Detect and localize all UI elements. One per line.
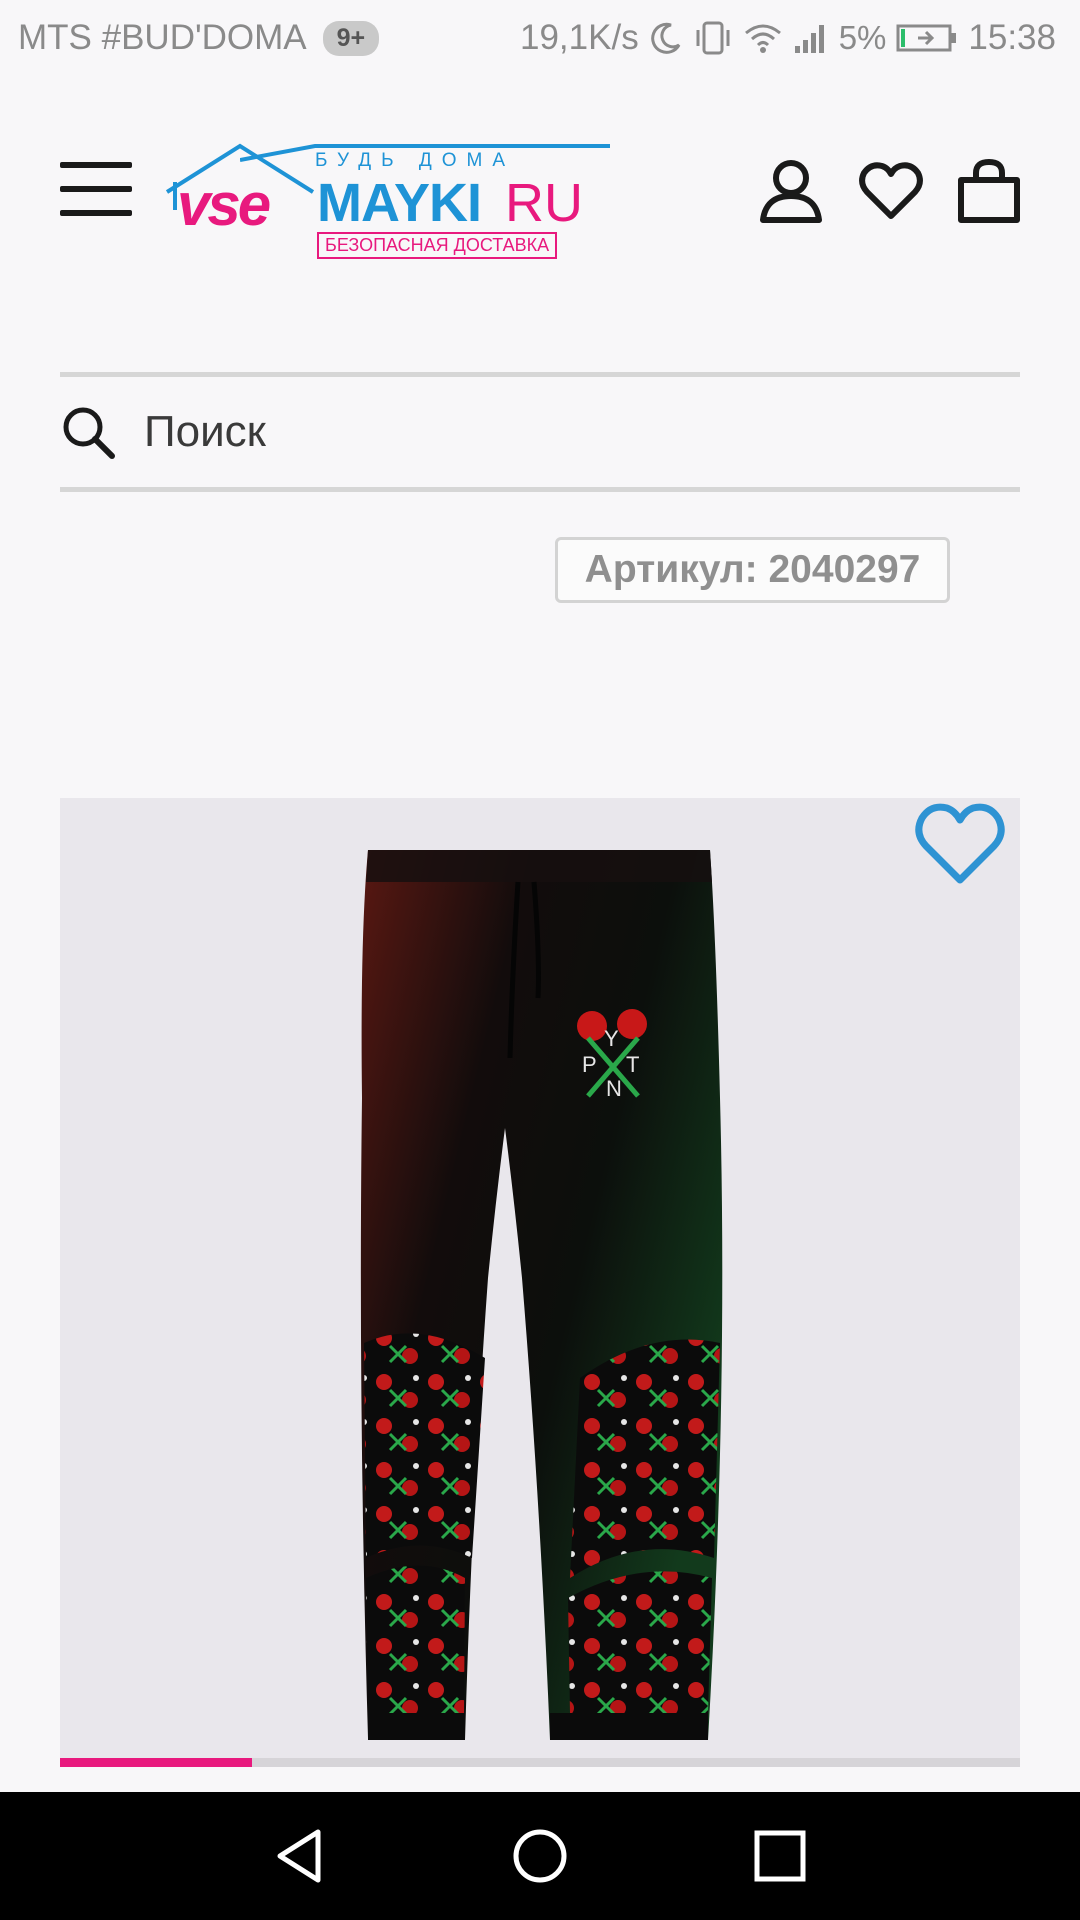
signal-icon: [793, 22, 829, 54]
back-button[interactable]: [270, 1826, 330, 1886]
app-root: MTS #BUD'DOMA 9+ 19,1K/s 5% 15:38 БУДЬ Д…: [0, 0, 1080, 1920]
logo-ru: RU: [505, 173, 583, 233]
carrier-label: MTS #BUD'DOMA: [18, 18, 307, 57]
menu-button[interactable]: [60, 162, 132, 220]
site-header: БУДЬ ДОМА vse MAYKI RU БЕЗОПАСНАЯ ДОСТАВ…: [0, 130, 1080, 260]
search-icon: [63, 407, 115, 459]
notification-badge: 9+: [322, 20, 380, 56]
logo-tagline: БУДЬ ДОМА: [315, 150, 516, 171]
sku-label: Артикул: 2040297: [555, 537, 950, 603]
moon-icon: [649, 21, 683, 55]
search-input[interactable]: [144, 407, 964, 457]
wifi-icon: [743, 21, 783, 55]
status-right: 19,1K/s 5% 15:38: [520, 18, 1056, 58]
user-icon: [760, 160, 822, 223]
site-logo[interactable]: БУДЬ ДОМА vse MAYKI RU БЕЗОПАСНАЯ ДОСТАВ…: [165, 140, 610, 259]
home-circle-icon: [513, 1829, 567, 1883]
system-nav-bar: [0, 1792, 1080, 1920]
recents-button[interactable]: [750, 1826, 810, 1886]
gallery-progress-fill: [60, 1758, 252, 1767]
favorites-button[interactable]: [858, 158, 924, 224]
vibrate-icon: [693, 20, 733, 56]
heart-icon: [859, 162, 923, 219]
add-to-favorites-button[interactable]: [912, 798, 1008, 888]
svg-text:Y: Y: [604, 1026, 619, 1051]
recents-square-icon: [754, 1830, 806, 1882]
network-speed: 19,1K/s: [520, 18, 639, 57]
status-left: MTS #BUD'DOMA 9+: [18, 18, 380, 58]
home-button[interactable]: [510, 1826, 570, 1886]
product-pants-image: Y P T N: [360, 850, 723, 1740]
bag-icon: [958, 158, 1020, 223]
gallery-progress-track: [60, 1758, 1020, 1767]
svg-text:P: P: [582, 1052, 597, 1077]
logo-vse: vse: [177, 171, 271, 238]
svg-text:N: N: [606, 1076, 622, 1101]
logo-mayki: MAYKI: [317, 173, 482, 233]
account-button[interactable]: [758, 158, 824, 224]
status-bar: MTS #BUD'DOMA 9+ 19,1K/s 5% 15:38: [0, 0, 1080, 76]
heart-outline-icon: [915, 803, 1005, 884]
svg-text:T: T: [626, 1052, 639, 1077]
product-image[interactable]: Y P T N: [60, 798, 1020, 1766]
battery-icon: [896, 23, 958, 53]
cart-button[interactable]: [956, 158, 1022, 224]
clock: 15:38: [968, 18, 1056, 57]
back-triangle-icon: [277, 1829, 321, 1883]
menu-icon: [60, 162, 132, 168]
search-bar[interactable]: [60, 372, 1020, 492]
logo-delivery-badge: БЕЗОПАСНАЯ ДОСТАВКА: [317, 232, 558, 259]
battery-percent: 5%: [838, 19, 887, 56]
